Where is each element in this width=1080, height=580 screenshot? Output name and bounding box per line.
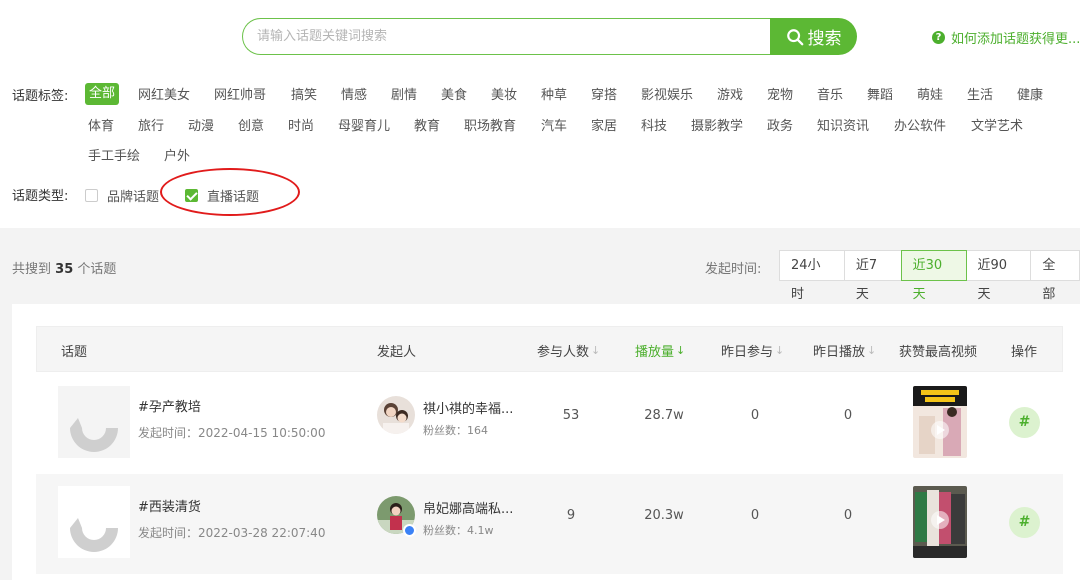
search-bar: 搜索	[242, 18, 857, 55]
tag-item[interactable]: 网红美女	[138, 85, 190, 107]
result-count: 共搜到 35 个话题	[12, 262, 117, 277]
header-participants[interactable]: 参与人数 ↓	[537, 341, 600, 360]
tag-item[interactable]: 剧情	[391, 85, 417, 107]
time-filter-90d[interactable]: 近90天	[965, 250, 1032, 302]
time-filter-24h[interactable]: 24小时	[779, 250, 845, 302]
tag-item[interactable]: 体育	[88, 116, 114, 138]
header-creator: 发起人	[377, 345, 417, 360]
topic-table: 话题 发起人 参与人数 ↓ 播放量 ↓ 昨日参与 ↓ 昨日播放 ↓ 获赞最高视频 操作 …	[12, 304, 1080, 580]
topic-title[interactable]: #孕产教培	[138, 396, 201, 415]
table-row[interactable]: #西装清货 发起时间：2022-03-28 22:07:40 帛妃娜高端私...…	[36, 474, 1063, 574]
creator-fans: 粉丝数：164	[423, 424, 488, 437]
verified-badge-icon	[403, 524, 416, 537]
tag-item[interactable]: 办公软件	[894, 116, 946, 138]
time-filter-group: 24小时 近7天 近30天 近90天 全部	[779, 250, 1080, 302]
time-filter-7d[interactable]: 近7天	[843, 250, 902, 302]
table-header: 话题 发起人 参与人数 ↓ 播放量 ↓ 昨日参与 ↓ 昨日播放 ↓ 获赞最高视频 操作	[36, 326, 1063, 372]
tag-item[interactable]: 游戏	[717, 85, 743, 107]
tag-item[interactable]: 户外	[164, 146, 190, 168]
header-yesterday-plays[interactable]: 昨日播放 ↓	[813, 341, 876, 360]
tag-item[interactable]: 宠物	[767, 85, 793, 107]
brand-topic-checkbox[interactable]	[85, 189, 98, 202]
sort-icon: ↓	[591, 344, 601, 357]
search-button[interactable]: 搜索	[770, 18, 857, 55]
sort-icon: ↓	[775, 344, 785, 357]
time-filter-30d[interactable]: 近30天	[900, 250, 967, 302]
header-plays[interactable]: 播放量 ↓	[635, 341, 685, 360]
header-yesterday-participants[interactable]: 昨日参与 ↓	[721, 341, 784, 360]
tag-item[interactable]: 时尚	[288, 116, 314, 138]
tag-item[interactable]: 美食	[441, 85, 467, 107]
tag-item[interactable]: 动漫	[188, 116, 214, 138]
top-video-thumbnail[interactable]	[913, 486, 967, 558]
topic-title[interactable]: #西装清货	[138, 496, 201, 515]
participants-value: 53	[562, 408, 580, 423]
topic-thumbnail	[58, 486, 130, 558]
help-link[interactable]: ? 如何添加话题获得更...	[932, 28, 1080, 47]
top-video-thumbnail[interactable]	[913, 386, 967, 458]
tag-item[interactable]: 旅行	[138, 116, 164, 138]
tag-item[interactable]: 萌娃	[917, 85, 943, 107]
tag-item[interactable]: 搞笑	[291, 85, 317, 107]
yesterday-participants-value: 0	[750, 508, 760, 523]
tag-item[interactable]: 网红帅哥	[214, 85, 266, 107]
tag-item[interactable]: 健康	[1017, 85, 1043, 107]
tag-item[interactable]: 美妆	[491, 85, 517, 107]
tag-item[interactable]: 生活	[967, 85, 993, 107]
topic-time: 发起时间：2022-04-15 10:50:00	[138, 426, 326, 440]
sort-icon: ↓	[676, 344, 686, 357]
topic-action-button[interactable]: #	[1009, 507, 1040, 538]
search-button-label: 搜索	[807, 29, 842, 49]
brand-topic-label[interactable]: 品牌话题	[107, 186, 159, 205]
avatar[interactable]	[377, 396, 415, 434]
tag-item[interactable]: 穿搭	[591, 85, 617, 107]
result-count-number: 35	[55, 262, 74, 277]
time-filter-all[interactable]: 全部	[1030, 250, 1080, 302]
participants-value: 9	[566, 508, 576, 523]
tag-item[interactable]: 文学艺术	[971, 116, 1023, 138]
creator-name[interactable]: 帛妃娜高端私...	[423, 498, 513, 517]
tag-item[interactable]: 音乐	[817, 85, 843, 107]
header-topic: 话题	[61, 345, 88, 360]
help-link-text: 如何添加话题获得更...	[951, 32, 1080, 47]
tag-item[interactable]: 手工手绘	[88, 146, 140, 168]
header-action: 操作	[1011, 345, 1038, 360]
tag-item[interactable]: 舞蹈	[867, 85, 893, 107]
tag-item[interactable]: 种草	[541, 85, 567, 107]
yesterday-plays-value: 0	[843, 508, 853, 523]
plays-value: 28.7w	[644, 408, 684, 423]
creator-name[interactable]: 祺小祺的幸福...	[423, 398, 513, 417]
tag-item[interactable]: 创意	[238, 116, 264, 138]
search-input[interactable]	[242, 18, 782, 55]
time-filter-label: 发起时间:	[705, 262, 762, 277]
topic-time: 发起时间：2022-03-28 22:07:40	[138, 526, 326, 540]
topic-action-button[interactable]: #	[1009, 407, 1040, 438]
search-icon	[786, 28, 803, 45]
tag-item[interactable]: 家居	[591, 116, 617, 138]
yesterday-participants-value: 0	[750, 408, 760, 423]
sort-icon: ↓	[867, 344, 877, 357]
plays-value: 20.3w	[644, 508, 684, 523]
tag-item[interactable]: 情感	[341, 85, 367, 107]
tags-label: 话题标签:	[12, 89, 69, 104]
tag-item[interactable]: 汽车	[541, 116, 567, 138]
tag-item[interactable]: 影视娱乐	[641, 85, 693, 107]
tag-item[interactable]: 摄影教学	[691, 116, 743, 138]
table-row[interactable]: #孕产教培 发起时间：2022-04-15 10:50:00 祺小祺的幸福...…	[36, 374, 1063, 474]
tag-item[interactable]: 科技	[641, 116, 667, 138]
creator-fans: 粉丝数：4.1w	[423, 524, 494, 537]
tag-item[interactable]: 知识资讯	[817, 116, 869, 138]
tag-item[interactable]: 职场教育	[464, 116, 516, 138]
tag-item[interactable]: 母婴育儿	[338, 116, 390, 138]
help-icon: ?	[932, 31, 945, 44]
topic-thumbnail	[58, 386, 130, 458]
header-top-video: 获赞最高视频	[899, 345, 978, 360]
tag-item[interactable]: 教育	[414, 116, 440, 138]
tag-item[interactable]: 政务	[767, 116, 793, 138]
yesterday-plays-value: 0	[843, 408, 853, 423]
types-label: 话题类型:	[12, 189, 69, 204]
highlight-annotation	[160, 168, 300, 216]
tag-item[interactable]: 全部	[85, 83, 120, 105]
